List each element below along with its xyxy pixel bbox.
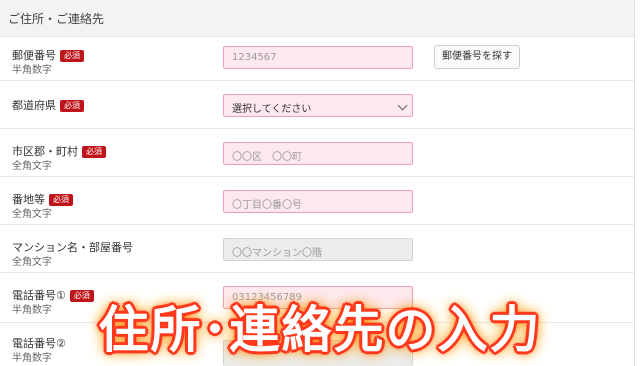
address-sublabel: 全角文字 [12,209,52,220]
city-input[interactable]: 〇〇区 〇〇町 [223,142,413,165]
phone1-sublabel: 半角数字 [12,305,52,316]
address-input[interactable]: 〇丁目〇番〇号 [223,190,413,213]
divider [0,272,634,273]
building-sublabel: 全角文字 [12,257,52,268]
section-title: ご住所・ご連絡先 [8,12,105,26]
phone2-sublabel: 半角数字 [12,353,52,364]
required-badge: 必須 [60,50,84,62]
building-input[interactable]: 〇〇マンション〇階 [223,238,413,261]
required-badge: 必須 [49,194,73,206]
required-badge: 必須 [82,146,106,158]
required-badge: 必須 [60,100,84,112]
section-header: ご住所・ご連絡先 [0,0,634,37]
postal-input[interactable]: 1234567 [223,46,413,69]
prefecture-select[interactable]: 選択してください [223,94,413,117]
divider [0,128,634,129]
postal-sublabel: 半角数字 [12,65,52,76]
divider [0,80,634,81]
chevron-down-icon [397,100,408,111]
divider [0,176,634,177]
divider [0,224,634,225]
city-sublabel: 全角文字 [12,161,52,172]
overlay-caption: 住所･連絡先の入力 [98,301,542,359]
find-postal-button[interactable]: 郵便番号を探す [434,45,520,69]
address-form: ご住所・ご連絡先 郵便番号 必須 半角数字 1234567 郵便番号を探す 都道府… [0,0,635,366]
prefecture-label: 都道府県 必須 [12,97,84,113]
